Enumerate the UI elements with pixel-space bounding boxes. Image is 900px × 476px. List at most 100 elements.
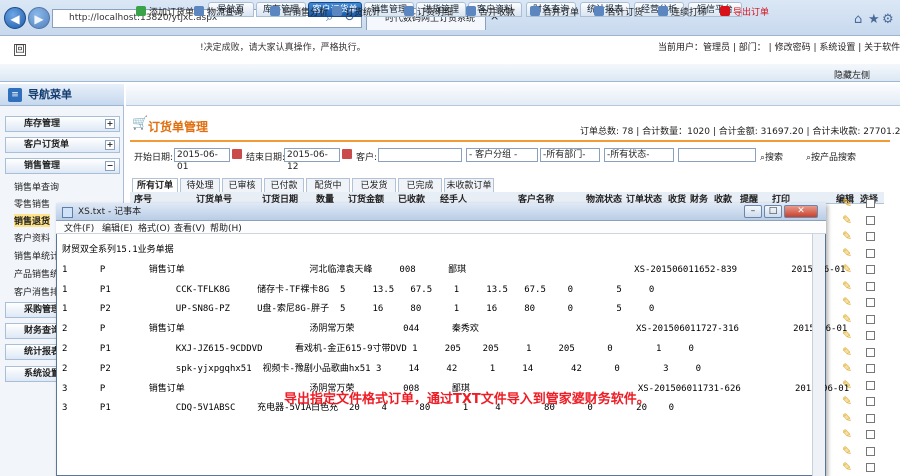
row-select-checkbox[interactable]: [866, 281, 875, 291]
group-label: 统计报表: [24, 347, 61, 357]
row-select-checkbox[interactable]: [866, 232, 875, 241]
edit-pencil-icon[interactable]: ✎: [840, 196, 854, 210]
start-date-input[interactable]: 2015-06-01: [174, 148, 230, 172]
tab-all-orders[interactable]: 所有订单: [132, 178, 178, 192]
maximize-icon[interactable]: □: [764, 205, 782, 218]
tab-pending[interactable]: 待处理: [180, 178, 220, 192]
edit-pencil-icon[interactable]: ✎: [840, 361, 854, 375]
sidebar-item-returns[interactable]: 销售退货: [14, 214, 51, 227]
system-settings-link[interactable]: 系统设置: [819, 43, 855, 53]
tab-completed[interactable]: 已完成: [398, 178, 442, 192]
row-select-checkbox[interactable]: [866, 347, 875, 357]
calendar-icon[interactable]: [232, 149, 242, 159]
row-select-checkbox[interactable]: [866, 215, 875, 225]
status-select[interactable]: -所有状态-: [604, 148, 674, 162]
row-select-checkbox[interactable]: [866, 430, 875, 439]
order-stats-button[interactable]: 订货统计: [332, 5, 381, 18]
back-arrow-icon[interactable]: ◀: [4, 7, 26, 29]
tab-picking[interactable]: 配货中: [306, 178, 350, 192]
merge-payment-button[interactable]: 合并收款: [466, 5, 515, 18]
change-password-link[interactable]: 修改密码: [775, 43, 811, 53]
row-select-checkbox[interactable]: [866, 298, 875, 307]
edit-pencil-icon[interactable]: ✎: [840, 411, 854, 425]
expand-icon[interactable]: +: [105, 119, 115, 129]
gear-icon[interactable]: ⚙: [882, 12, 894, 27]
export-order-button[interactable]: 导出订单: [720, 5, 769, 18]
edit-pencil-icon[interactable]: ✎: [840, 444, 854, 458]
sidebar-group-sales[interactable]: 销售管理 −: [5, 158, 120, 174]
hide-left-link[interactable]: 隐藏左侧: [834, 68, 870, 81]
tab-approved[interactable]: 已审核: [222, 178, 262, 192]
end-date-input[interactable]: 2015-06-12: [284, 148, 340, 172]
edit-pencil-icon[interactable]: ✎: [840, 460, 854, 474]
start-date-label: 开始日期:: [134, 153, 174, 163]
group-label: 系统设置: [24, 369, 61, 379]
merge-order-button[interactable]: 合并订单: [530, 5, 579, 18]
edit-pencil-icon[interactable]: ✎: [840, 427, 854, 441]
text-line: 2 P1 KXJ-JZ615-9CDDVD 看戏机-金正615-9寸带DVD 1…: [62, 343, 694, 354]
expand-icon[interactable]: +: [105, 140, 115, 150]
total-order-button[interactable]: 合计订货: [594, 5, 643, 18]
row-select-checkbox[interactable]: [866, 380, 875, 390]
scrollbar[interactable]: [812, 234, 825, 476]
row-select-checkbox[interactable]: [866, 314, 875, 324]
menu-format[interactable]: 格式(O): [138, 221, 170, 234]
tab-paid[interactable]: 已付款: [264, 178, 304, 192]
edit-pencil-icon[interactable]: ✎: [840, 345, 854, 359]
close-icon[interactable]: ✕: [784, 205, 818, 218]
logo-icon: 回: [14, 44, 26, 56]
department-select[interactable]: -所有部门-: [540, 148, 600, 162]
batch-print-button[interactable]: 连续打印: [658, 5, 707, 18]
edit-pencil-icon[interactable]: ✎: [840, 279, 854, 293]
tab-shipped[interactable]: 已发货: [352, 178, 396, 192]
add-order-button[interactable]: 添加订货单: [136, 5, 194, 18]
order-detail-button[interactable]: 订货明细: [404, 5, 453, 18]
minimize-icon[interactable]: –: [744, 205, 762, 218]
row-select-checkbox[interactable]: [866, 199, 875, 208]
menu-file[interactable]: 文件(F): [64, 221, 94, 234]
button-label: 订货明细: [417, 8, 454, 18]
keyword-input[interactable]: [678, 148, 756, 162]
row-select-checkbox[interactable]: [866, 397, 875, 406]
calendar-icon[interactable]: [342, 149, 352, 159]
dept-link[interactable]: 部门：: [739, 43, 766, 53]
menu-view[interactable]: 查看(V): [174, 221, 205, 234]
row-select-checkbox[interactable]: [866, 265, 875, 274]
logistics-button[interactable]: 物流查询: [194, 5, 243, 18]
stats-icon: [332, 6, 342, 16]
toolbar: [126, 84, 900, 106]
sidebar-item-customers[interactable]: 客户资料: [14, 231, 50, 244]
row-select-checkbox[interactable]: [866, 364, 875, 373]
edit-pencil-icon[interactable]: ✎: [840, 295, 854, 309]
collapse-icon[interactable]: −: [105, 161, 115, 171]
edit-pencil-icon[interactable]: ✎: [840, 394, 854, 408]
sidebar-group-orders[interactable]: 客户订货单 +: [5, 137, 120, 153]
menu-help[interactable]: 帮助(H): [210, 221, 242, 234]
row-select-checkbox[interactable]: [866, 413, 875, 423]
search-button[interactable]: ⌕搜索: [760, 150, 783, 163]
forward-arrow-icon[interactable]: ▶: [28, 7, 50, 29]
row-select-checkbox[interactable]: [866, 446, 875, 456]
group-label: 采购管理: [24, 305, 61, 315]
row-select-checkbox[interactable]: [866, 331, 875, 340]
row-select-checkbox[interactable]: [866, 248, 875, 258]
product-search-button[interactable]: ⌕按产品搜索: [806, 150, 856, 163]
sidebar-item-sales-stats[interactable]: 销售单统计: [14, 249, 59, 262]
favorites-star-icon[interactable]: ★: [868, 12, 880, 27]
customer-input[interactable]: [378, 148, 462, 162]
sidebar-item-sales-query[interactable]: 销售单查询: [14, 180, 59, 193]
edit-pencil-icon[interactable]: ✎: [840, 246, 854, 260]
button-label: 连续打印: [671, 8, 708, 18]
sidebar-item-retail[interactable]: 零售销售: [14, 197, 50, 210]
daily-analysis-button[interactable]: 日销售分析: [270, 5, 328, 18]
about-link[interactable]: 关于软件: [864, 43, 900, 53]
menu-edit[interactable]: 编辑(E): [102, 221, 133, 234]
row-select-checkbox[interactable]: [866, 463, 875, 472]
edit-pencil-icon[interactable]: ✎: [840, 213, 854, 227]
sidebar-group-inventory[interactable]: 库存管理 +: [5, 116, 120, 132]
customer-group-select[interactable]: - 客户分组 -: [466, 148, 538, 162]
home-icon[interactable]: ⌂: [854, 12, 862, 27]
merge-icon: [466, 6, 476, 16]
tab-unpaid[interactable]: 未收款订单: [444, 178, 494, 192]
edit-pencil-icon[interactable]: ✎: [840, 229, 854, 243]
